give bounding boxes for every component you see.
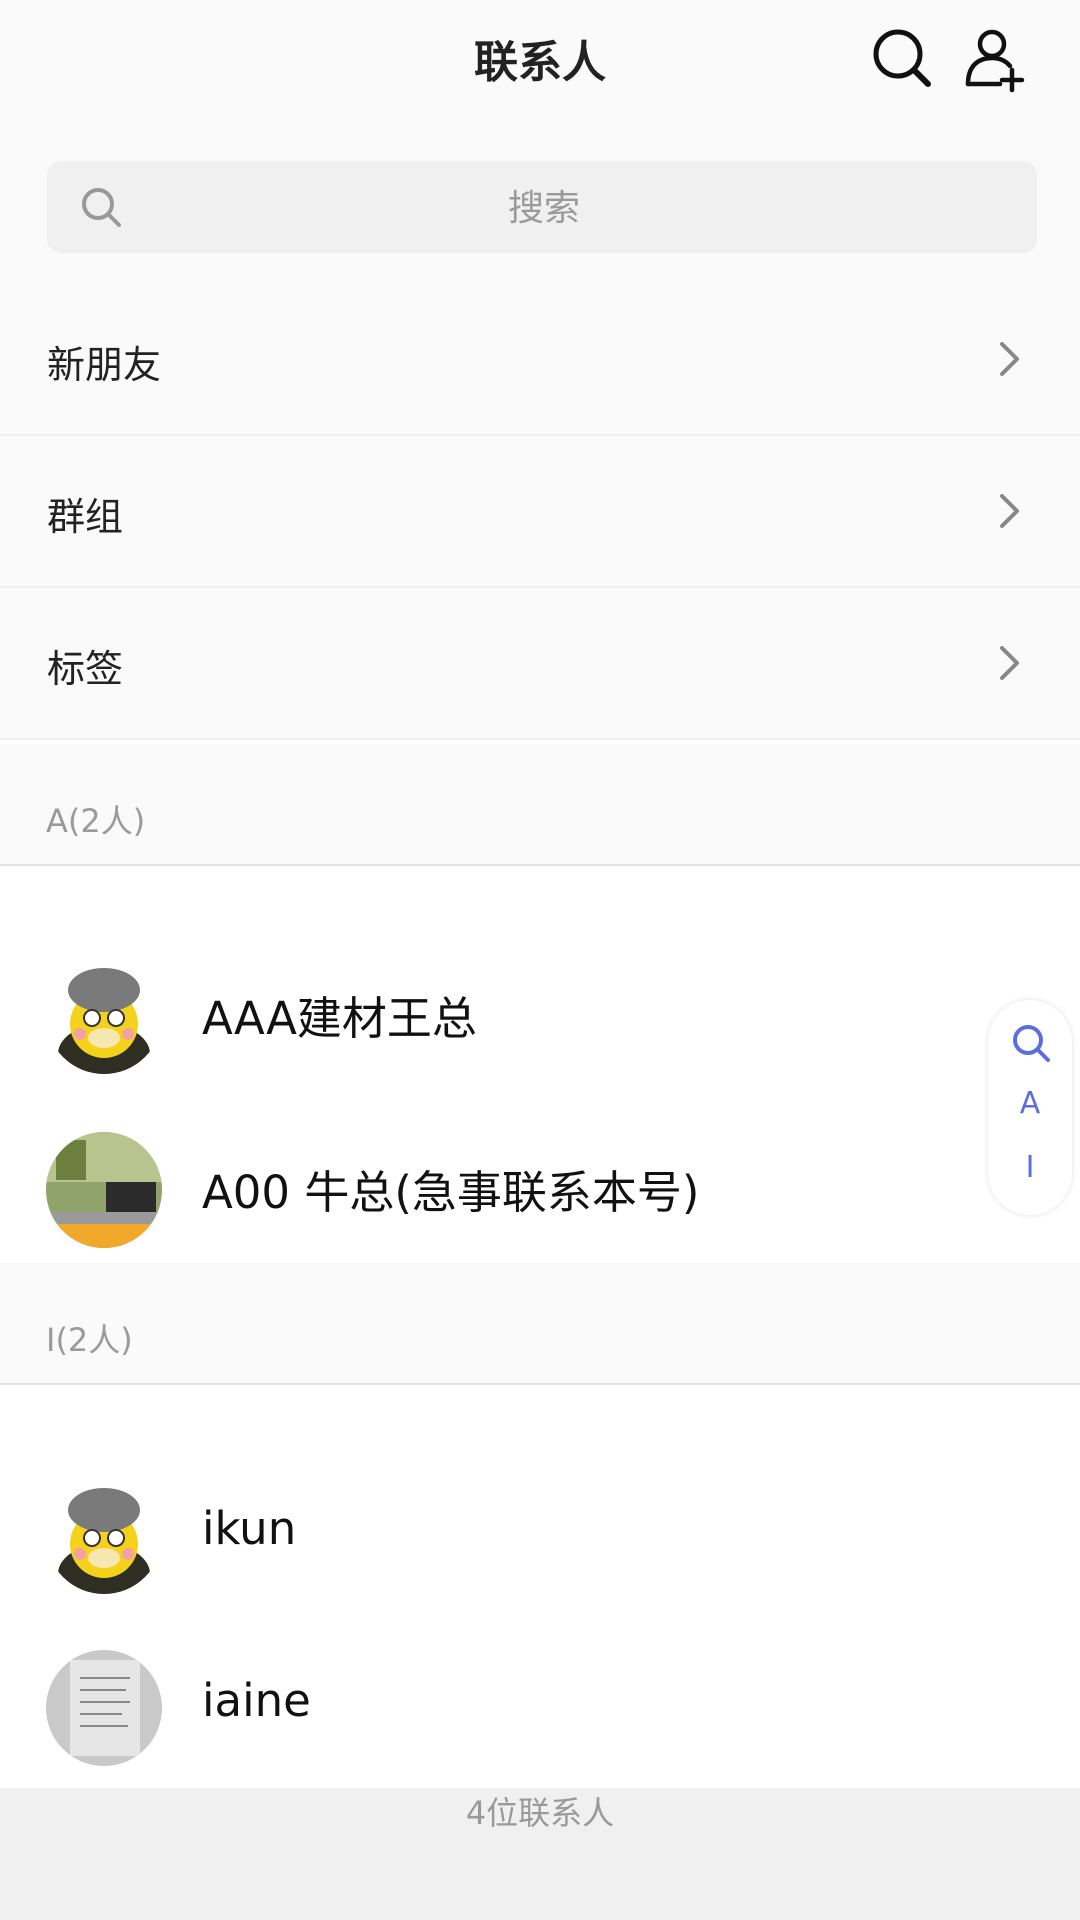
menu-item-groups[interactable]: 群组: [0, 436, 1080, 588]
contact-name: AAA建材王总: [202, 992, 477, 1045]
search-icon: [82, 188, 121, 227]
search-bar[interactable]: [47, 161, 1037, 255]
contact-name: A00 牛总(急事联系本号): [202, 1166, 700, 1219]
search-icon[interactable]: [1010, 1022, 1052, 1064]
add-contact-icon[interactable]: [956, 22, 1028, 94]
menu-item-new-friends[interactable]: 新朋友: [0, 284, 1080, 436]
section-header-i: I(2人): [0, 1263, 1080, 1385]
contact-name: iaine: [202, 1674, 311, 1727]
contact-row[interactable]: iaine: [0, 1612, 1080, 1782]
search-section: [0, 118, 1080, 284]
index-letter-a[interactable]: A: [988, 1086, 1072, 1121]
menu-item-tags[interactable]: 标签: [0, 588, 1080, 740]
chevron-right-icon: [1000, 494, 1019, 528]
contacts-count-footer: 4位联系人: [0, 1788, 1080, 1920]
contact-row[interactable]: A00 牛总(急事联系本号): [0, 1094, 1080, 1264]
alphabet-index-bar[interactable]: A I: [988, 1000, 1072, 1215]
menu-item-label: 群组: [47, 495, 124, 539]
menu-item-label: 新朋友: [47, 343, 162, 387]
top-bar: 联系人: [0, 0, 1080, 118]
index-letter-i[interactable]: I: [988, 1150, 1072, 1185]
section-header-a: A(2人): [0, 744, 1080, 866]
contact-name: ikun: [202, 1502, 297, 1555]
chevron-right-icon: [1000, 342, 1019, 376]
avatar: [46, 1132, 162, 1248]
chevron-right-icon: [1000, 646, 1019, 680]
avatar: [46, 958, 162, 1074]
search-icon[interactable]: [866, 22, 938, 94]
contacts-count-label: 4位联系人: [465, 1794, 615, 1832]
menu-item-label: 标签: [47, 647, 124, 691]
section-header-label: A(2人): [46, 802, 146, 840]
contact-row[interactable]: AAA建材王总: [0, 920, 1080, 1090]
contact-row[interactable]: ikun: [0, 1440, 1080, 1610]
search-input[interactable]: [137, 161, 951, 255]
section-header-label: I(2人): [46, 1321, 133, 1359]
avatar: [46, 1650, 162, 1766]
avatar: [46, 1478, 162, 1594]
